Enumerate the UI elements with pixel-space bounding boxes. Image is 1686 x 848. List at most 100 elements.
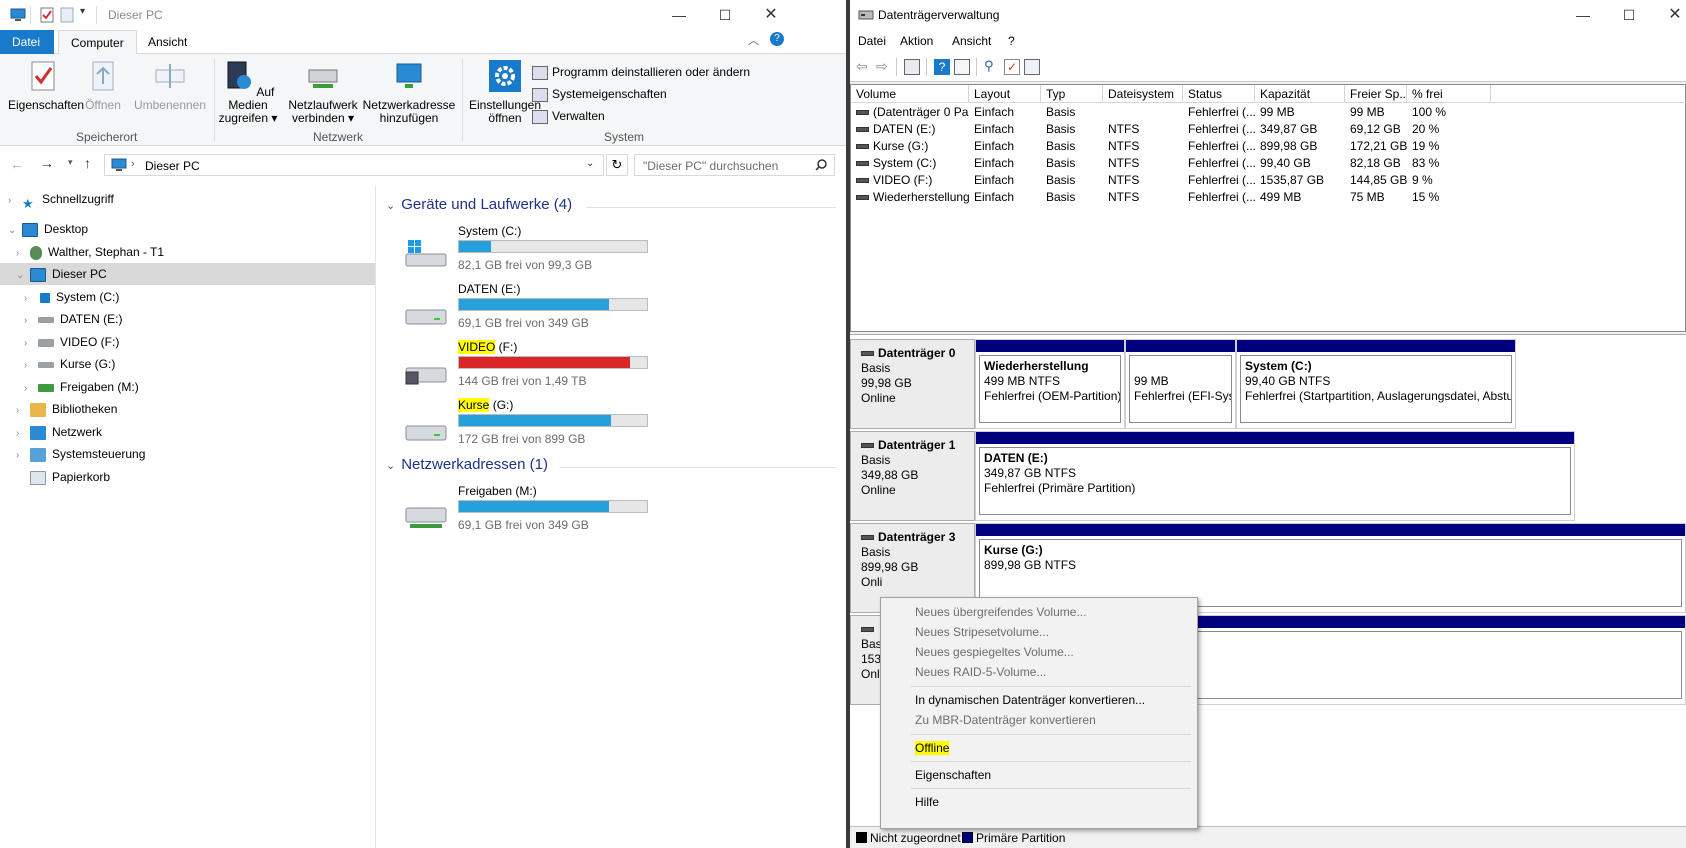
nav-systemsteuerung[interactable]: › Systemsteuerung (16, 443, 145, 465)
partition-daten-e[interactable]: DATEN (E:) 349,87 GB NTFS Fehlerfrei (Prim… (975, 431, 1575, 521)
menu-ansicht[interactable]: Ansicht (952, 34, 991, 48)
drive-free-space: 172 GB frei von 899 GB (458, 432, 586, 446)
table-row[interactable]: Wiederherstellung Einfach Basis NTFS Feh… (851, 189, 1491, 205)
partition-system-c[interactable]: System (C:) 99,40 GB NTFS Fehlerfrei (Star… (1236, 339, 1516, 429)
nav-papierkorb[interactable]: Papierkorb (30, 466, 110, 488)
close-button[interactable]: ✕ (1652, 0, 1686, 30)
nav-desktop[interactable]: ⌄ Desktop (8, 218, 88, 240)
menu-item-hilfe[interactable]: Hilfe (915, 792, 939, 812)
recent-locations-icon[interactable]: ▾ (68, 157, 73, 168)
help-icon[interactable]: ? (770, 32, 784, 46)
netzwerkadresse-hinzufuegen-button[interactable]: Netzwerkadresse hinzufügen (362, 60, 456, 125)
search-input[interactable]: "Dieser PC" durchsuchen (634, 154, 835, 176)
menu-item-mbr-konvertieren[interactable]: Zu MBR-Datenträger konvertieren (915, 710, 1096, 730)
maximize-button[interactable]: ☐ (702, 0, 748, 30)
menu-aktion[interactable]: Aktion (900, 34, 933, 48)
column-kapazitaet[interactable]: Kapazität (1255, 85, 1345, 103)
close-button[interactable]: ✕ (748, 0, 794, 30)
chevron-right-icon: › (24, 338, 28, 349)
details-view-icon[interactable] (1024, 59, 1040, 75)
properties-icon[interactable]: ✓ (1004, 59, 1020, 75)
nav-daten-e[interactable]: › DATEN (E:) (24, 308, 122, 330)
maximize-button[interactable]: ☐ (1606, 0, 1652, 30)
up-arrow-icon[interactable]: ↑ (84, 155, 91, 171)
nav-user[interactable]: › Walther, Stephan - T1 (16, 241, 164, 263)
nav-schnellzugriff[interactable]: › ★ Schnellzugriff (8, 188, 114, 211)
column-layout[interactable]: Layout (969, 85, 1041, 103)
help-icon[interactable]: ? (934, 59, 950, 75)
minimize-button[interactable]: — (1560, 0, 1606, 30)
column-typ[interactable]: Typ (1041, 85, 1103, 103)
programm-deinstallieren-button[interactable]: Programm deinstallieren oder ändern (532, 62, 750, 82)
auf-medien-zugreifen-button[interactable]: Auf Medien zugreifen ▾ (218, 60, 278, 125)
table-row[interactable]: DATEN (E:) Einfach Basis NTFS Fehlerfrei… (851, 121, 1491, 137)
back-arrow-icon[interactable]: ⇦ (856, 59, 872, 75)
list-view-icon[interactable] (954, 59, 970, 75)
umbenennen-button[interactable]: Umbenennen (130, 60, 210, 112)
star-icon: ★ (22, 195, 34, 211)
back-arrow-icon[interactable]: ← (10, 156, 24, 172)
menu-item-neues-stripesetvolume[interactable]: Neues Stripesetvolume... (915, 622, 1049, 642)
menu-item-neues-gespiegeltes-volume[interactable]: Neues gespiegeltes Volume... (915, 642, 1074, 662)
forward-arrow-icon[interactable]: → (40, 155, 54, 171)
drive-system-c[interactable]: System (C:) 82,1 GB frei von 99,3 GB (404, 224, 664, 274)
menu-item-offline[interactable]: Offline (915, 738, 950, 758)
network-drive-icon (38, 383, 54, 392)
column-status[interactable]: Status (1183, 85, 1255, 103)
column-volume[interactable]: Volume (851, 85, 969, 103)
forward-arrow-icon[interactable]: ⇨ (876, 59, 892, 75)
tab-datei[interactable]: Datei (0, 30, 54, 54)
partition-wiederherstellung[interactable]: Wiederherstellung 499 MB NTFS Fehlerfrei (… (975, 339, 1125, 429)
ribbon-collapse-icon[interactable]: ︿ (748, 32, 759, 48)
nav-video-f[interactable]: › VIDEO (F:) (24, 331, 119, 353)
properties-quick-icon[interactable] (40, 7, 54, 23)
disk-1-label[interactable]: Datenträger 1 Basis 349,88 GB Online (850, 431, 975, 521)
nav-bibliotheken[interactable]: › Bibliotheken (16, 398, 117, 420)
menu-datei[interactable]: Datei (858, 34, 886, 48)
disk-0-label[interactable]: Datenträger 0 Basis 99,98 GB Online (850, 339, 975, 429)
menu-item-eigenschaften[interactable]: Eigenschaften (915, 765, 991, 785)
drive-daten-e[interactable]: DATEN (E:) 69,1 GB frei von 349 GB (404, 282, 664, 332)
oeffnen-button[interactable]: Öffnen (80, 60, 126, 112)
disk-context-menu: Neues übergreifendes Volume... Neues Str… (880, 597, 1198, 829)
section-netzwerkadressen[interactable]: ⌄ Netzwerkadressen (1) (386, 456, 548, 473)
settings-gear-icon (489, 60, 521, 92)
new-folder-quick-icon[interactable] (60, 7, 74, 23)
connect-icon[interactable]: ⚲ (984, 59, 1000, 75)
minimize-button[interactable]: — (656, 0, 702, 30)
address-input[interactable]: › Dieser PC ⌄ (104, 154, 604, 176)
column-dateisystem[interactable]: Dateisystem (1103, 85, 1183, 103)
drive-kurse-g[interactable]: Kurse (G:) 172 GB frei von 899 GB (404, 398, 664, 448)
table-row[interactable]: Kurse (G:) Einfach Basis NTFS Fehlerfrei… (851, 138, 1491, 154)
table-row[interactable]: (Datenträger 0 Par... Einfach Basis Fehl… (851, 104, 1491, 120)
table-row[interactable]: System (C:) Einfach Basis NTFS Fehlerfre… (851, 155, 1491, 171)
nav-netzwerk[interactable]: › Netzwerk (16, 421, 102, 443)
nav-freigaben-m[interactable]: › Freigaben (M:) (24, 376, 139, 398)
menu-help[interactable]: ? (1008, 34, 1015, 48)
console-tree-icon[interactable] (904, 59, 920, 75)
drive-freigaben-m[interactable]: Freigaben (M:) 69,1 GB frei von 349 GB (404, 484, 664, 534)
column-prozent-frei[interactable]: % frei (1407, 85, 1491, 103)
refresh-icon[interactable]: ↻ (606, 154, 628, 176)
menu-item-neues-raid5-volume[interactable]: Neues RAID-5-Volume... (915, 662, 1046, 682)
column-freier-speicher[interactable]: Freier Sp... (1345, 85, 1407, 103)
quick-access-dropdown-icon[interactable]: ▾ (80, 6, 85, 17)
tab-ansicht[interactable]: Ansicht (136, 30, 199, 54)
chevron-right-icon: › (16, 450, 20, 461)
nav-system-c[interactable]: › System (C:) (24, 286, 119, 308)
partition-efi[interactable]: 99 MBFehlerfrei (EFI-Syste (1125, 339, 1236, 429)
windows-drive-icon (405, 240, 447, 267)
table-row[interactable]: VIDEO (F:) Einfach Basis NTFS Fehlerfrei… (851, 172, 1491, 188)
menu-item-neues-uebergreifendes-volume[interactable]: Neues übergreifendes Volume... (915, 602, 1086, 622)
verwalten-button[interactable]: Verwalten (532, 106, 605, 126)
menu-item-dynamisch-konvertieren[interactable]: In dynamischen Datenträger konvertieren.… (915, 690, 1145, 710)
section-geraete-und-laufwerke[interactable]: ⌄ Geräte und Laufwerke (4) (386, 196, 572, 213)
nav-kurse-g[interactable]: › Kurse (G:) (24, 353, 115, 375)
address-dropdown-icon[interactable]: ⌄ (586, 158, 594, 169)
netzlaufwerk-verbinden-button[interactable]: Netzlaufwerk verbinden ▾ (286, 60, 360, 125)
systemeigenschaften-button[interactable]: Systemeigenschaften (532, 84, 667, 104)
tab-computer[interactable]: Computer (58, 30, 137, 55)
nav-dieser-pc[interactable]: ⌄ Dieser PC (0, 263, 375, 285)
drive-video-f[interactable]: VIDEO (F:) 144 GB frei von 1,49 TB (404, 340, 664, 390)
eigenschaften-button[interactable]: Eigenschaften (8, 60, 84, 112)
